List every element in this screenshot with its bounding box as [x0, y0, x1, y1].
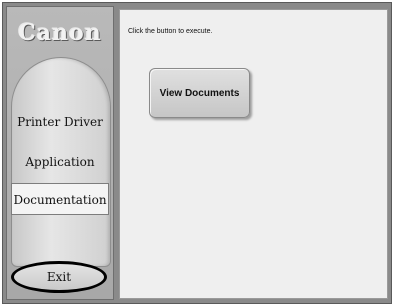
- nav-item-application[interactable]: Application: [7, 155, 113, 169]
- exit-button-label: Exit: [46, 270, 72, 284]
- left-nav-panel: Canon Printer Driver Application Documen…: [6, 6, 114, 300]
- nav-item-documentation[interactable]: Documentation: [11, 183, 109, 215]
- canon-logo: Canon: [18, 20, 102, 46]
- exit-button[interactable]: Exit: [11, 261, 107, 293]
- view-documents-label: View Documents: [159, 87, 240, 99]
- view-documents-button[interactable]: View Documents: [149, 68, 250, 118]
- main-content-area: Click the button to execute. View Docume…: [119, 9, 388, 299]
- instruction-text: Click the button to execute.: [128, 28, 213, 35]
- nav-item-printer-driver[interactable]: Printer Driver: [7, 115, 113, 129]
- installer-window: Canon Printer Driver Application Documen…: [2, 2, 392, 304]
